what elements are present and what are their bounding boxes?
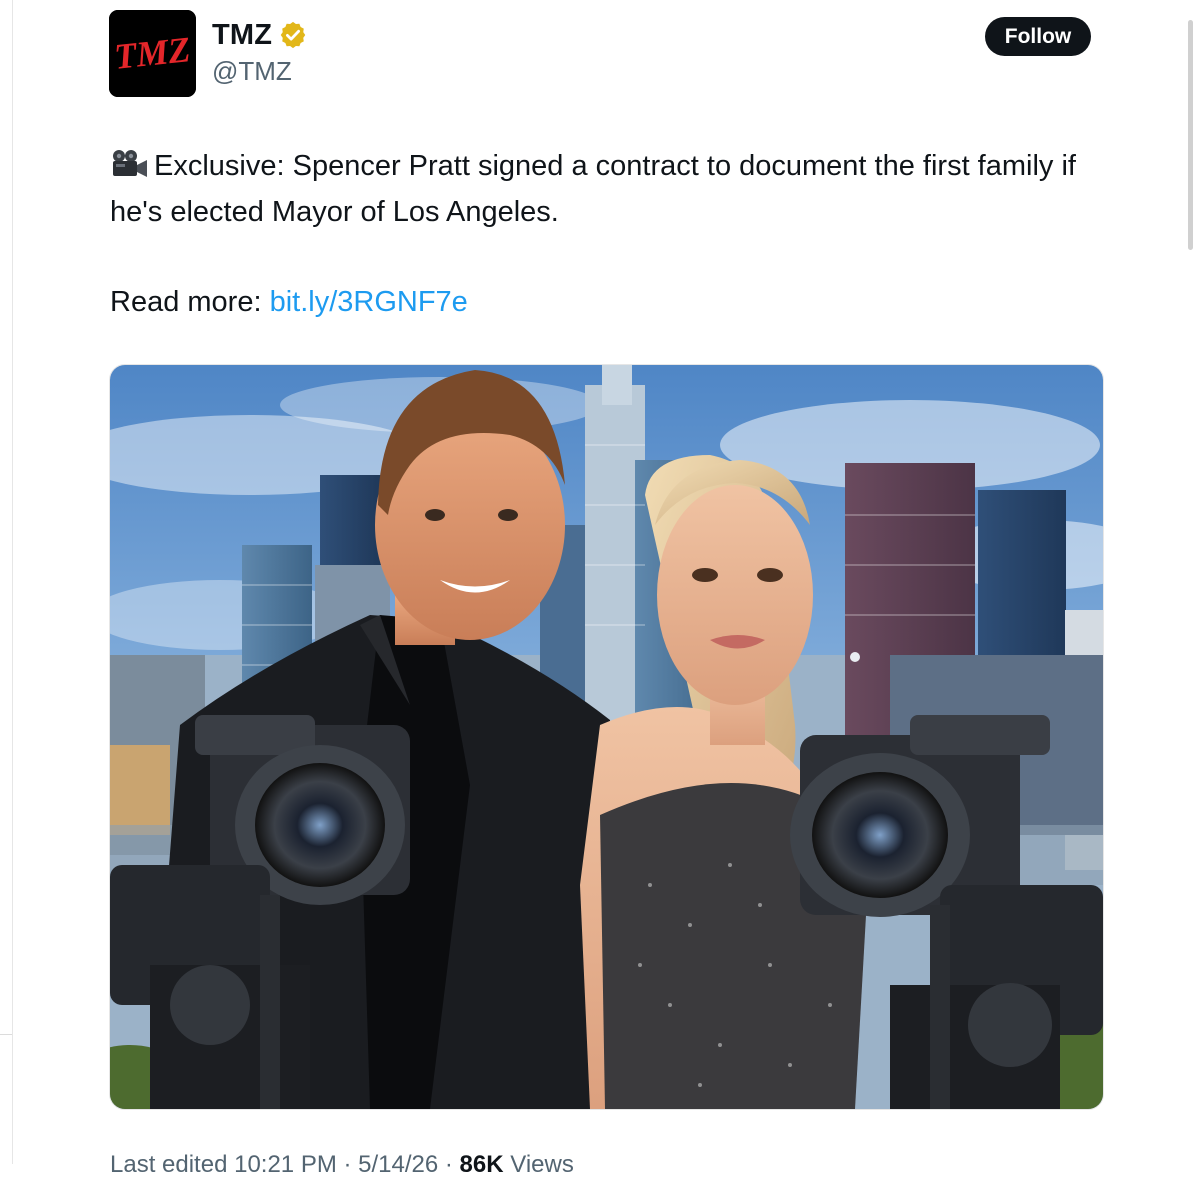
timeline-border — [12, 0, 13, 1164]
author-display-name[interactable]: TMZ — [212, 18, 272, 52]
tweet-link[interactable]: bit.ly/3RGNF7e — [270, 286, 468, 318]
tweet-text: Exclusive: Spencer Pratt signed a contra… — [110, 143, 1110, 235]
edited-timestamp[interactable]: Last edited 10:21 PM · 5/14/26 · — [110, 1151, 460, 1178]
scrollbar-thumb[interactable] — [1188, 20, 1193, 250]
movie-camera-icon — [113, 150, 147, 177]
read-more-line: Read more: bit.ly/3RGNF7e — [110, 280, 468, 324]
tweet-media-image[interactable] — [109, 364, 1104, 1110]
author-avatar[interactable]: TMZ — [109, 10, 196, 97]
tweet-body: Exclusive: Spencer Pratt signed a contra… — [110, 150, 1076, 228]
tmz-logo-text: TMZ — [112, 29, 192, 77]
tmz-logo-icon: TMZ — [109, 10, 196, 97]
read-more-label: Read more: — [110, 286, 270, 318]
author-handle[interactable]: @TMZ — [212, 56, 292, 86]
tweet-meta: Last edited 10:21 PM · 5/14/26 · 86K Vie… — [110, 1150, 574, 1180]
author-name-row: TMZ — [212, 18, 308, 52]
follow-button[interactable]: Follow — [985, 17, 1091, 56]
photo-illustration — [110, 365, 1103, 1109]
verified-badge-icon[interactable] — [278, 20, 308, 50]
views-label: Views — [503, 1151, 574, 1178]
divider-tick — [0, 1034, 12, 1035]
views-count: 86K — [459, 1151, 504, 1178]
